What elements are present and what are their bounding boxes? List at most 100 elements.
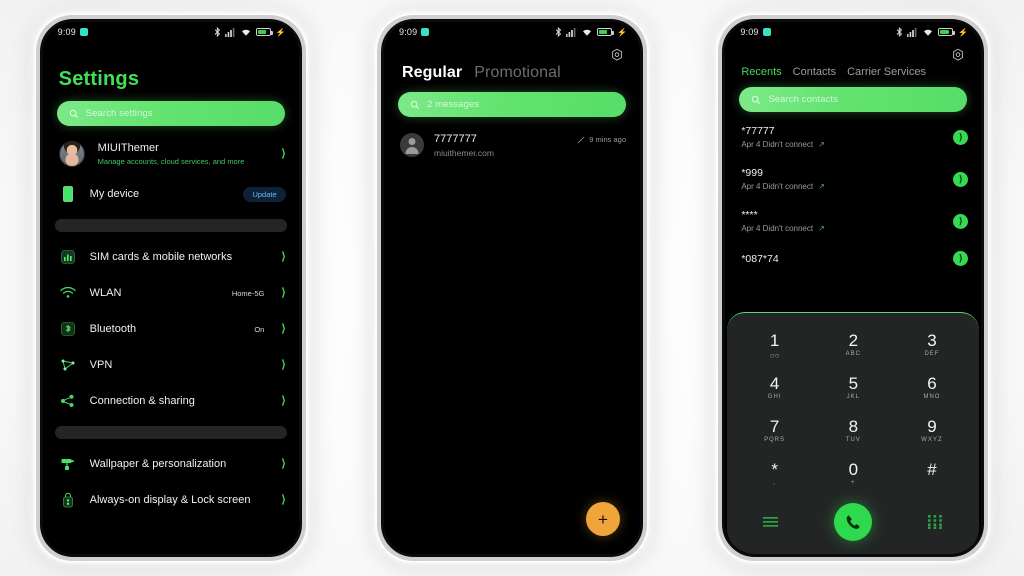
compose-message-fab[interactable]: + bbox=[585, 502, 620, 536]
section-divider bbox=[54, 426, 287, 439]
conversation-time: 9 mins ago bbox=[589, 135, 626, 144]
call-detail-wrap: Apr 4 Didn't connect ↗ bbox=[741, 140, 945, 149]
key-letters: WXYZ bbox=[921, 437, 943, 444]
sidebar-item-value: On bbox=[254, 324, 265, 334]
dialpad-key-6[interactable]: 6 MNO bbox=[893, 366, 972, 409]
settings-screen: 9:09 ⚡ Settings Search settings MIUIThem… bbox=[42, 22, 299, 554]
search-settings-input[interactable]: Search settings bbox=[56, 101, 285, 126]
dialpad-key-0[interactable]: 0 + bbox=[814, 453, 893, 496]
search-messages-input[interactable]: 2 messages bbox=[397, 92, 626, 117]
key-digit: 1 bbox=[769, 330, 780, 350]
phone-settings: 9:09 ⚡ Settings Search settings MIUIThem… bbox=[35, 15, 306, 561]
update-badge[interactable]: Update bbox=[243, 186, 286, 202]
account-name: MIUIThemer bbox=[97, 142, 159, 154]
table-row[interactable]: **** Apr 4 Didn't connect ↗ ⟩ bbox=[725, 200, 981, 242]
key-digit: # bbox=[927, 460, 937, 480]
key-digit: 8 bbox=[848, 417, 859, 437]
call-detail: Apr 4 Didn't connect bbox=[741, 182, 814, 191]
wifi-icon bbox=[924, 29, 933, 36]
dialpad-key-hash[interactable]: # bbox=[893, 453, 972, 496]
tab-promotional[interactable]: Promotional bbox=[474, 64, 560, 82]
settings-gear-icon[interactable] bbox=[610, 48, 624, 62]
dialpad-key-4[interactable]: 4 GHI bbox=[735, 366, 814, 409]
dialpad-keys: 1 ○○ 2 ABC 3 DEF 4 GHI 5 JKL 6 MNO 7 PQRS 8 TUV … bbox=[735, 323, 971, 496]
dialpad-key-7[interactable]: 7 PQRS bbox=[735, 410, 814, 453]
tab-carrier-services[interactable]: Carrier Services bbox=[847, 66, 926, 78]
key-letters: MNO bbox=[923, 393, 941, 400]
sent-pencil-icon bbox=[577, 136, 585, 143]
key-letters: ABC bbox=[845, 350, 861, 357]
sidebar-item-bluetooth[interactable]: Bluetooth On ⟩ bbox=[43, 311, 299, 347]
call-number: *087*74 bbox=[741, 252, 779, 265]
wifi-icon bbox=[583, 29, 592, 36]
call-back-button[interactable]: ⟩ bbox=[953, 171, 969, 187]
charging-bolt-icon: ⚡ bbox=[275, 27, 286, 37]
dialpad-key-8[interactable]: 8 TUV bbox=[814, 410, 893, 453]
tab-contacts[interactable]: Contacts bbox=[793, 66, 836, 78]
device-text: My device bbox=[90, 187, 231, 201]
keypad-grid-icon[interactable] bbox=[928, 514, 943, 530]
dialpad-key-9[interactable]: 9 WXYZ bbox=[893, 410, 972, 453]
call-number: *999 bbox=[741, 167, 763, 179]
chevron-right-icon: ⟩ bbox=[281, 286, 286, 299]
sidebar-item-wlan[interactable]: WLAN Home-5G ⟩ bbox=[43, 275, 299, 311]
key-digit: 2 bbox=[848, 330, 859, 350]
outgoing-call-arrow-icon: ↗ bbox=[818, 140, 825, 149]
dialpad-key-star[interactable]: *, bbox=[735, 453, 814, 496]
phone-call-button[interactable] bbox=[834, 503, 873, 541]
list-item[interactable]: 7777777 miuithemer.com 9 mins ago bbox=[384, 117, 640, 158]
conversation-list: 7777777 miuithemer.com 9 mins ago bbox=[384, 117, 640, 158]
display-notch bbox=[124, 22, 217, 34]
lock-icon bbox=[59, 491, 77, 509]
dialpad-actions bbox=[735, 496, 971, 548]
search-contacts-placeholder: Search contacts bbox=[768, 94, 838, 105]
call-back-button[interactable]: ⟩ bbox=[953, 251, 969, 266]
tab-regular[interactable]: Regular bbox=[402, 64, 462, 82]
sidebar-item-account[interactable]: MIUIThemer Manage accounts, cloud servic… bbox=[43, 132, 299, 176]
sidebar-item-wallpaper[interactable]: Wallpaper & personalization ⟩ bbox=[43, 446, 299, 482]
status-bar-right: ⚡ bbox=[214, 27, 286, 37]
dialpad-key-1[interactable]: 1 ○○ bbox=[735, 323, 814, 366]
sidebar-item-always-on-display[interactable]: Always-on display & Lock screen ⟩ bbox=[43, 482, 299, 518]
table-row[interactable]: *77777 Apr 4 Didn't connect ↗ ⟩ bbox=[725, 116, 981, 158]
key-digit: 3 bbox=[927, 330, 937, 350]
conversation-meta: 9 mins ago bbox=[577, 133, 626, 144]
chevron-right-icon: ⟩ bbox=[281, 147, 286, 160]
key-letters: TUV bbox=[845, 437, 861, 444]
key-letters: JKL bbox=[846, 393, 860, 400]
table-row[interactable]: *087*74 ⟩ bbox=[725, 242, 981, 275]
dialpad-key-5[interactable]: 5 JKL bbox=[814, 366, 893, 409]
chevron-right-icon: ⟩ bbox=[281, 457, 286, 470]
wlan-text: WLAN bbox=[90, 286, 219, 300]
avatar bbox=[58, 141, 85, 167]
call-detail-wrap: Apr 4 Didn't connect ↗ bbox=[741, 182, 945, 191]
key-digit: 7 bbox=[769, 417, 780, 437]
sidebar-item-connection-sharing[interactable]: Connection & sharing ⟩ bbox=[43, 383, 299, 419]
sidebar-item-sim-cards[interactable]: SIM cards & mobile networks ⟩ bbox=[43, 239, 299, 275]
call-log-list-icon[interactable] bbox=[763, 515, 779, 530]
table-row[interactable]: *999 Apr 4 Didn't connect ↗ ⟩ bbox=[725, 158, 981, 200]
signal-icon bbox=[907, 28, 917, 37]
charging-bolt-icon: ⚡ bbox=[617, 27, 627, 37]
key-digit: 4 bbox=[769, 373, 780, 393]
settings-list: MIUIThemer Manage accounts, cloud servic… bbox=[43, 126, 299, 518]
call-info: *087*74 bbox=[741, 253, 945, 265]
phone-bezel-1: 9:09 ⚡ Settings Search settings MIUIThem… bbox=[39, 19, 302, 557]
dialpad-key-2[interactable]: 2 ABC bbox=[814, 323, 893, 366]
dialpad-key-3[interactable]: 3 DEF bbox=[893, 323, 972, 366]
notification-square-icon bbox=[421, 28, 430, 36]
call-back-button[interactable]: ⟩ bbox=[953, 129, 969, 145]
settings-gear-icon[interactable] bbox=[951, 48, 965, 62]
screenshot-stage: 9:09 ⚡ Settings Search settings MIUIThem… bbox=[0, 0, 1024, 576]
sidebar-item-vpn[interactable]: VPN ⟩ bbox=[43, 347, 299, 383]
key-letters: ○○ bbox=[769, 350, 780, 360]
search-contacts-input[interactable]: Search contacts bbox=[739, 87, 968, 112]
battery-icon bbox=[597, 28, 615, 36]
recent-calls-list: *77777 Apr 4 Didn't connect ↗ ⟩ *999 Apr… bbox=[725, 116, 981, 275]
sidebar-item-my-device[interactable]: My device Update bbox=[43, 176, 299, 212]
tab-recents[interactable]: Recents bbox=[741, 66, 781, 78]
call-back-button[interactable]: ⟩ bbox=[953, 213, 969, 229]
battery-icon bbox=[255, 28, 273, 36]
sidebar-item-label: VPN bbox=[89, 359, 113, 371]
call-info: *999 Apr 4 Didn't connect ↗ bbox=[741, 167, 945, 191]
